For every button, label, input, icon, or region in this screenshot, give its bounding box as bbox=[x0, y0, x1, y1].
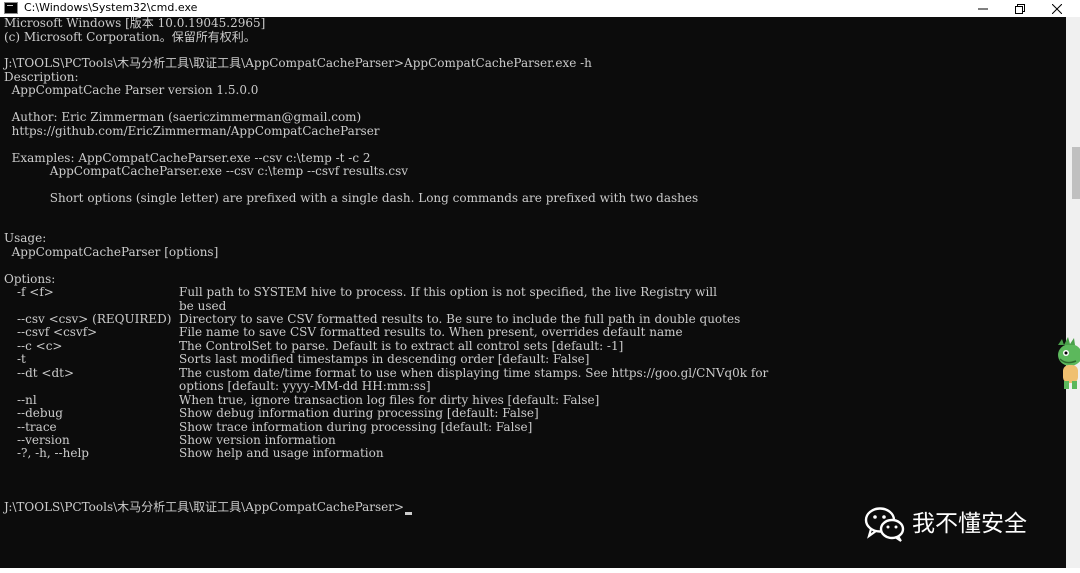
option-flag: -?, -h, --help bbox=[17, 446, 89, 461]
wechat-icon bbox=[864, 507, 905, 542]
console-line: (c) Microsoft Corporation。保留所有权利。 bbox=[4, 29, 256, 44]
option-flag: --csvf <csvf> bbox=[17, 325, 98, 340]
console-line: https://github.com/EricZimmerman/AppComp… bbox=[4, 123, 380, 138]
command-line: J:\TOOLS\PCTools\木马分析工具\取证工具\AppCompatCa… bbox=[4, 56, 592, 71]
dinosaur-mascot-icon bbox=[1058, 337, 1080, 389]
console-line: Description: bbox=[4, 69, 79, 84]
option-description: Full path to SYSTEM hive to process. If … bbox=[179, 285, 717, 299]
option-description: options [default: yyyy-MM-dd HH:mm:ss] bbox=[179, 379, 431, 394]
window-bottom-edge bbox=[0, 568, 1080, 573]
option-flag: --csv <csv> (REQUIRED) bbox=[17, 311, 172, 326]
console-line: Author: Eric Zimmerman (saericzimmerman@… bbox=[4, 110, 362, 125]
console-line: Microsoft Windows [版本 10.0.19045.2965] bbox=[4, 16, 266, 30]
command-prompt: J:\TOOLS\PCTools\木马分析工具\取证工具\AppCompatCa… bbox=[4, 500, 405, 515]
option-description: The ControlSet to parse. Default is to e… bbox=[179, 338, 624, 353]
watermark-text: 我不懂安全 bbox=[912, 511, 1027, 537]
option-description: File name to save CSV formatted results … bbox=[179, 325, 683, 340]
scrollbar-thumb[interactable] bbox=[1072, 147, 1080, 199]
minimize-icon bbox=[978, 8, 988, 10]
console-line: AppCompatCacheParser.exe --csv c:\temp -… bbox=[4, 164, 409, 178]
vertical-scrollbar[interactable] bbox=[1066, 17, 1080, 568]
console-line: Usage: bbox=[4, 231, 47, 246]
option-description: Sorts last modified timestamps in descen… bbox=[179, 352, 590, 367]
option-description: Directory to save CSV formatted results … bbox=[179, 311, 741, 326]
console-line: Examples: AppCompatCacheParser.exe --csv… bbox=[4, 150, 371, 165]
console-line: Short options (single letter) are prefix… bbox=[4, 190, 699, 205]
console-line: AppCompatCacheParser [options] bbox=[4, 244, 219, 259]
wechat-watermark: 我不懂安全 bbox=[864, 505, 1027, 543]
close-icon bbox=[1052, 4, 1062, 14]
option-flag: --debug bbox=[17, 406, 63, 421]
option-description: be used bbox=[179, 298, 227, 313]
option-flag: --nl bbox=[17, 392, 37, 407]
option-flag: -t bbox=[17, 352, 26, 367]
option-description: Show trace information during processing… bbox=[179, 419, 533, 434]
option-flag: --trace bbox=[17, 419, 57, 434]
option-description: Show help and usage information bbox=[179, 446, 384, 461]
console-line: AppCompatCache Parser version 1.5.0.0 bbox=[4, 83, 259, 98]
option-description: Show debug information during processing… bbox=[179, 406, 539, 421]
maximize-icon bbox=[1015, 4, 1025, 14]
option-description: The custom date/time format to use when … bbox=[179, 365, 769, 380]
option-description: When true, ignore transaction log files … bbox=[179, 392, 600, 407]
window-title: C:\Windows\System32\cmd.exe bbox=[24, 1, 198, 14]
option-flag: --dt <dt> bbox=[17, 365, 75, 380]
close-button[interactable] bbox=[1034, 0, 1080, 17]
text-cursor bbox=[405, 512, 412, 515]
option-flag: -f <f> bbox=[17, 285, 54, 299]
option-flag: --c <c> bbox=[17, 338, 63, 353]
cmd-icon bbox=[4, 2, 18, 14]
title-bar: C:\Windows\System32\cmd.exe bbox=[0, 0, 1080, 17]
